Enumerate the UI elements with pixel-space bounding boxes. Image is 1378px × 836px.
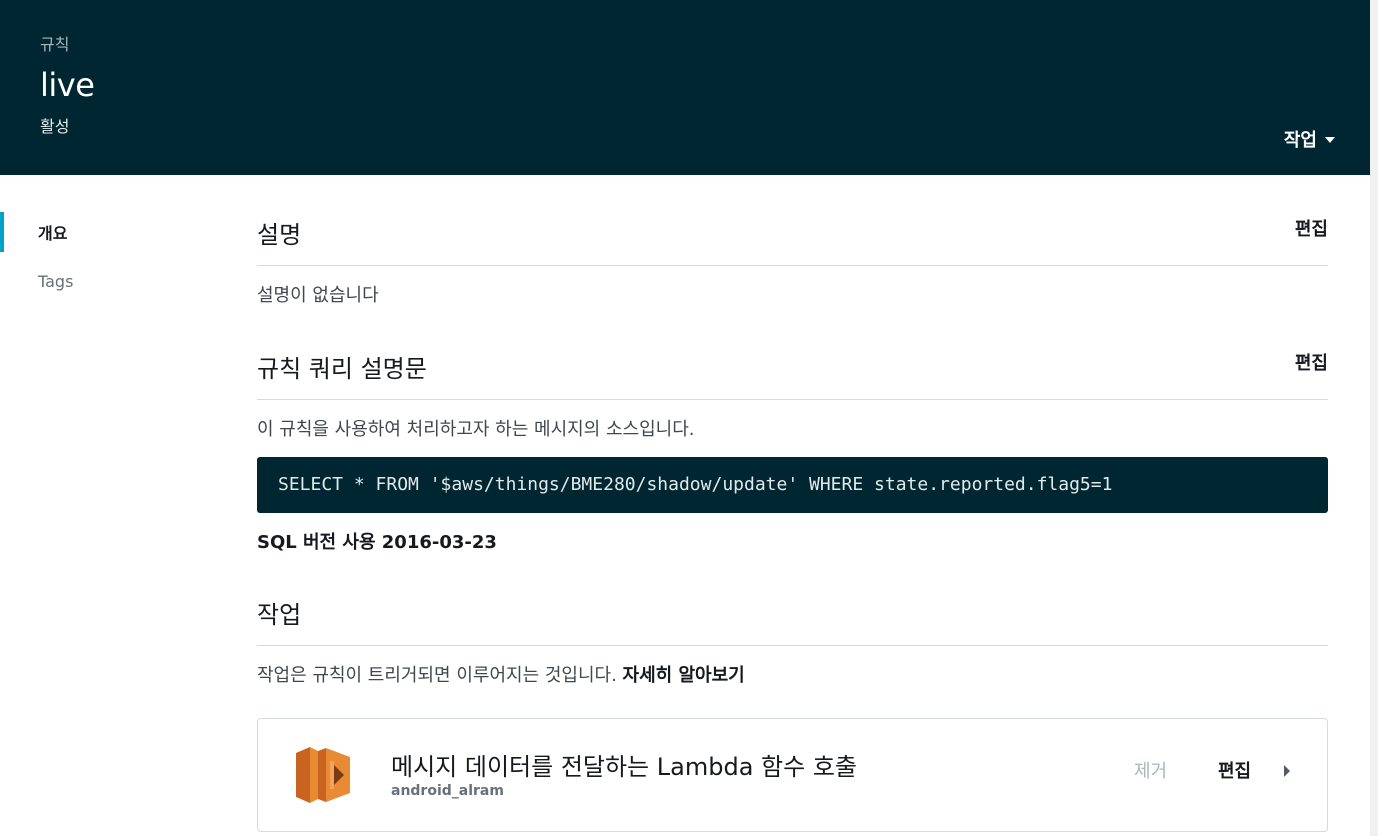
active-nav-indicator [0, 212, 4, 252]
actions-dropdown-button[interactable]: 작업 [1284, 126, 1335, 152]
chevron-right-icon[interactable] [1284, 765, 1290, 777]
actions-description: 작업은 규칙이 트리거되면 이루어지는 것입니다. 자세히 알아보기 [257, 661, 745, 687]
action-edit-button[interactable]: 편집 [1218, 757, 1251, 783]
action-title: 메시지 데이터를 전달하는 Lambda 함수 호출 [391, 753, 857, 781]
action-remove-button[interactable]: 제거 [1134, 757, 1167, 783]
page-title: live [40, 66, 95, 104]
query-heading: 규칙 쿼리 설명문 [257, 355, 427, 383]
description-text: 설명이 없습니다 [257, 285, 379, 306]
sidenav-item-overview[interactable]: 개요 [38, 220, 67, 244]
scrollbar[interactable] [1370, 0, 1378, 836]
actions-description-text: 작업은 규칙이 트리거되면 이루어지는 것입니다. [257, 665, 617, 686]
action-card[interactable]: 메시지 데이터를 전달하는 Lambda 함수 호출 android_alram… [257, 718, 1328, 832]
query-section-header: 규칙 쿼리 설명문 편집 [257, 309, 1328, 400]
status-text: 활성 [40, 117, 70, 136]
description-heading: 설명 [257, 221, 302, 249]
actions-section-header: 작업 [257, 555, 1328, 646]
actions-label: 작업 [1283, 130, 1317, 151]
description-edit-button[interactable]: 편집 [1295, 215, 1328, 241]
caret-down-icon [1325, 137, 1335, 143]
query-description-text: 이 규칙을 사용하여 처리하고자 하는 메시지의 소스입니다. [257, 419, 695, 440]
page-header: 규칙 live 활성 작업 [0, 0, 1370, 175]
sql-version-text: SQL 버전 사용 2016-03-23 [257, 532, 497, 553]
sql-query-code: SELECT * FROM '$aws/things/BME280/shadow… [257, 457, 1328, 513]
description-section-header: 설명 편집 [257, 175, 1328, 266]
breadcrumb[interactable]: 규칙 [40, 31, 69, 55]
sidenav-item-tags[interactable]: Tags [38, 272, 73, 291]
query-edit-button[interactable]: 편집 [1295, 349, 1328, 375]
lambda-icon [296, 747, 350, 803]
actions-heading: 작업 [257, 601, 302, 629]
action-function-name: android_alram [391, 783, 504, 799]
learn-more-link[interactable]: 자세히 알아보기 [623, 665, 745, 686]
